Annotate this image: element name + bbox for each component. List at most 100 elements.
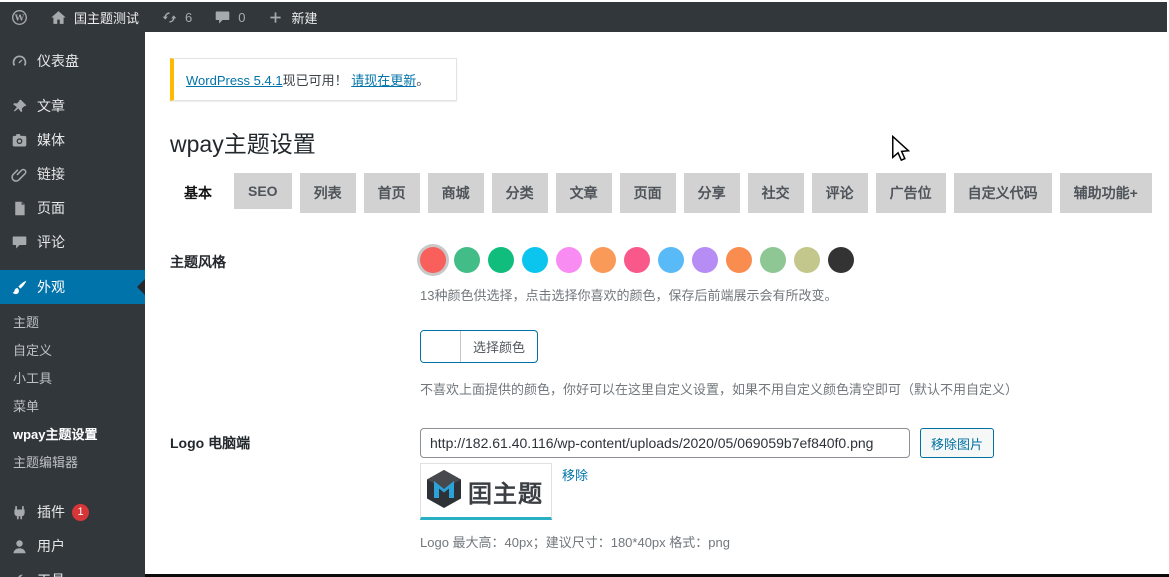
- svg-text:W: W: [14, 13, 25, 23]
- tab-page[interactable]: 页面: [620, 173, 676, 213]
- settings-form: 主题风格 13种颜色供选择，点击选择你喜欢的颜色，保存后前端展示会有所改变。 选…: [170, 247, 1169, 577]
- sidebar-item-comments[interactable]: 评论: [0, 225, 145, 259]
- update-count: 6: [185, 10, 192, 25]
- camera-icon: [10, 132, 28, 149]
- theme-color-swatch-0[interactable]: [420, 247, 446, 273]
- hexagon-m-logo-icon: [427, 470, 461, 513]
- wordpress-admin-screen: W 囯主题测试 6 0 新建 仪表盘文章媒体链: [0, 0, 1169, 577]
- comments-menu[interactable]: 0: [203, 2, 256, 32]
- notice-text: 现已可用！: [283, 73, 348, 88]
- sidebar-item-label: 链接: [37, 164, 65, 184]
- sidebar-item-label: 媒体: [37, 130, 65, 150]
- plugin-update-badge: 1: [72, 504, 89, 521]
- theme-color-swatch-3[interactable]: [522, 247, 548, 273]
- tab-comment[interactable]: 评论: [812, 173, 868, 213]
- tab-accessibility[interactable]: 辅助功能+: [1060, 173, 1152, 213]
- submenu-item-widgets[interactable]: 小工具: [0, 363, 145, 391]
- plug-icon: [10, 504, 28, 521]
- theme-color-swatch-11[interactable]: [794, 247, 820, 273]
- color-swatch-preview: [421, 331, 461, 362]
- new-content-menu[interactable]: 新建: [256, 2, 328, 32]
- theme-color-swatch-9[interactable]: [726, 247, 752, 273]
- wordpress-logo-menu[interactable]: W: [0, 2, 39, 32]
- tab-seo[interactable]: SEO: [234, 173, 292, 209]
- logo-pc-remove-link[interactable]: 移除: [562, 463, 588, 484]
- theme-color-swatch-4[interactable]: [556, 247, 582, 273]
- sidebar-item-users[interactable]: 用户: [0, 529, 145, 563]
- color-picker-label: 选择颜色: [461, 331, 537, 362]
- dashboard-icon: [10, 53, 28, 70]
- sidebar-item-label: 页面: [37, 198, 65, 218]
- sidebar-item-tools[interactable]: 工具: [0, 563, 145, 577]
- submenu-item-themes[interactable]: 主题: [0, 307, 145, 335]
- theme-style-row: 主题风格 13种颜色供选择，点击选择你喜欢的颜色，保存后前端展示会有所改变。 选…: [170, 247, 1169, 398]
- site-name: 囯主题测试: [74, 8, 139, 27]
- custom-color-picker-button[interactable]: 选择颜色: [420, 330, 538, 363]
- plus-icon: [267, 9, 284, 26]
- submenu-item-wpay-settings[interactable]: wpay主题设置: [0, 419, 145, 447]
- sidebar-item-label: 外观: [37, 277, 65, 297]
- submenu-item-customize[interactable]: 自定义: [0, 335, 145, 363]
- theme-color-swatch-1[interactable]: [454, 247, 480, 273]
- sidebar-item-label: 工具: [37, 570, 65, 577]
- theme-color-swatch-8[interactable]: [692, 247, 718, 273]
- tab-home[interactable]: 首页: [364, 173, 420, 213]
- comment-bubble-icon: [10, 234, 28, 251]
- tab-ads[interactable]: 广告位: [876, 173, 946, 213]
- sidebar-item-label: 文章: [37, 96, 65, 116]
- settings-tabs: 基本SEO列表首页商城分类文章页面分享社交评论广告位自定义代码辅助功能+: [170, 173, 1169, 217]
- sidebar-item-pages[interactable]: 页面: [0, 191, 145, 225]
- sidebar-item-label: 插件: [37, 502, 65, 522]
- wordpress-version-link[interactable]: WordPress 5.4.1: [186, 73, 283, 88]
- tab-custom-code[interactable]: 自定义代码: [954, 173, 1052, 213]
- sidebar-item-label: 用户: [37, 536, 65, 556]
- sidebar-item-posts[interactable]: 文章: [0, 89, 145, 123]
- tab-article[interactable]: 文章: [556, 173, 612, 213]
- theme-color-swatch-10[interactable]: [760, 247, 786, 273]
- sidebar-item-label: 评论: [37, 232, 65, 252]
- submenu-item-menus[interactable]: 菜单: [0, 391, 145, 419]
- tab-basic[interactable]: 基本: [170, 172, 226, 217]
- site-name-menu[interactable]: 囯主题测试: [39, 2, 150, 32]
- logo-pc-hint: Logo 最大高：40px；建议尺寸：180*40px 格式：png: [420, 532, 1169, 551]
- tab-social[interactable]: 社交: [748, 173, 804, 213]
- theme-color-swatch-2[interactable]: [488, 247, 514, 273]
- tab-category[interactable]: 分类: [492, 173, 548, 213]
- admin-bar: W 囯主题测试 6 0 新建: [0, 2, 1167, 32]
- theme-color-swatch-6[interactable]: [624, 247, 650, 273]
- comment-count: 0: [238, 10, 245, 25]
- sidebar-item-label: 仪表盘: [37, 51, 79, 71]
- main-content: WordPress 5.4.1现已可用！ 请现在更新。 wpay主题设置 基本S…: [145, 32, 1169, 577]
- custom-color-hint: 不喜欢上面提供的颜色，你好可以在这里自定义设置，如果不用自定义颜色清空即可（默认…: [420, 379, 1169, 398]
- person-icon: [10, 538, 28, 555]
- pushpin-icon: [10, 98, 28, 115]
- tab-share[interactable]: 分享: [684, 173, 740, 213]
- logo-pc-url-input[interactable]: [420, 428, 910, 458]
- sidebar-item-links[interactable]: 链接: [0, 157, 145, 191]
- sidebar-item-plugins[interactable]: 插件 1: [0, 495, 145, 529]
- admin-sidebar: 仪表盘文章媒体链接页面评论外观主题自定义小工具菜单wpay主题设置主题编辑器插件…: [0, 32, 145, 577]
- tab-mall[interactable]: 商城: [428, 173, 484, 213]
- theme-color-swatch-12[interactable]: [828, 247, 854, 273]
- notice-period: 。: [416, 73, 429, 88]
- theme-color-swatch-7[interactable]: [658, 247, 684, 273]
- theme-color-swatch-5[interactable]: [590, 247, 616, 273]
- logo-pc-remove-button[interactable]: 移除图片: [920, 428, 994, 458]
- logo-pc-preview: 囯主题: [420, 463, 552, 520]
- sidebar-item-appearance[interactable]: 外观: [0, 270, 145, 304]
- comment-bubble-icon: [214, 9, 231, 26]
- new-label: 新建: [291, 8, 317, 27]
- update-notice: WordPress 5.4.1现已可用！ 请现在更新。: [170, 58, 457, 101]
- theme-style-label: 主题风格: [170, 247, 420, 398]
- paperclip-icon: [10, 166, 28, 183]
- wordpress-logo-icon: W: [11, 9, 28, 26]
- document-icon: [10, 200, 28, 217]
- update-now-link[interactable]: 请现在更新: [351, 73, 416, 88]
- sidebar-item-dashboard[interactable]: 仪表盘: [0, 44, 145, 78]
- updates-menu[interactable]: 6: [150, 2, 203, 32]
- sidebar-item-media[interactable]: 媒体: [0, 123, 145, 157]
- tab-list[interactable]: 列表: [300, 173, 356, 213]
- submenu-item-theme-editor[interactable]: 主题编辑器: [0, 447, 145, 475]
- theme-style-hint: 13种颜色供选择，点击选择你喜欢的颜色，保存后前端展示会有所改变。: [420, 285, 1169, 304]
- appearance-submenu: 主题自定义小工具菜单wpay主题设置主题编辑器: [0, 304, 145, 484]
